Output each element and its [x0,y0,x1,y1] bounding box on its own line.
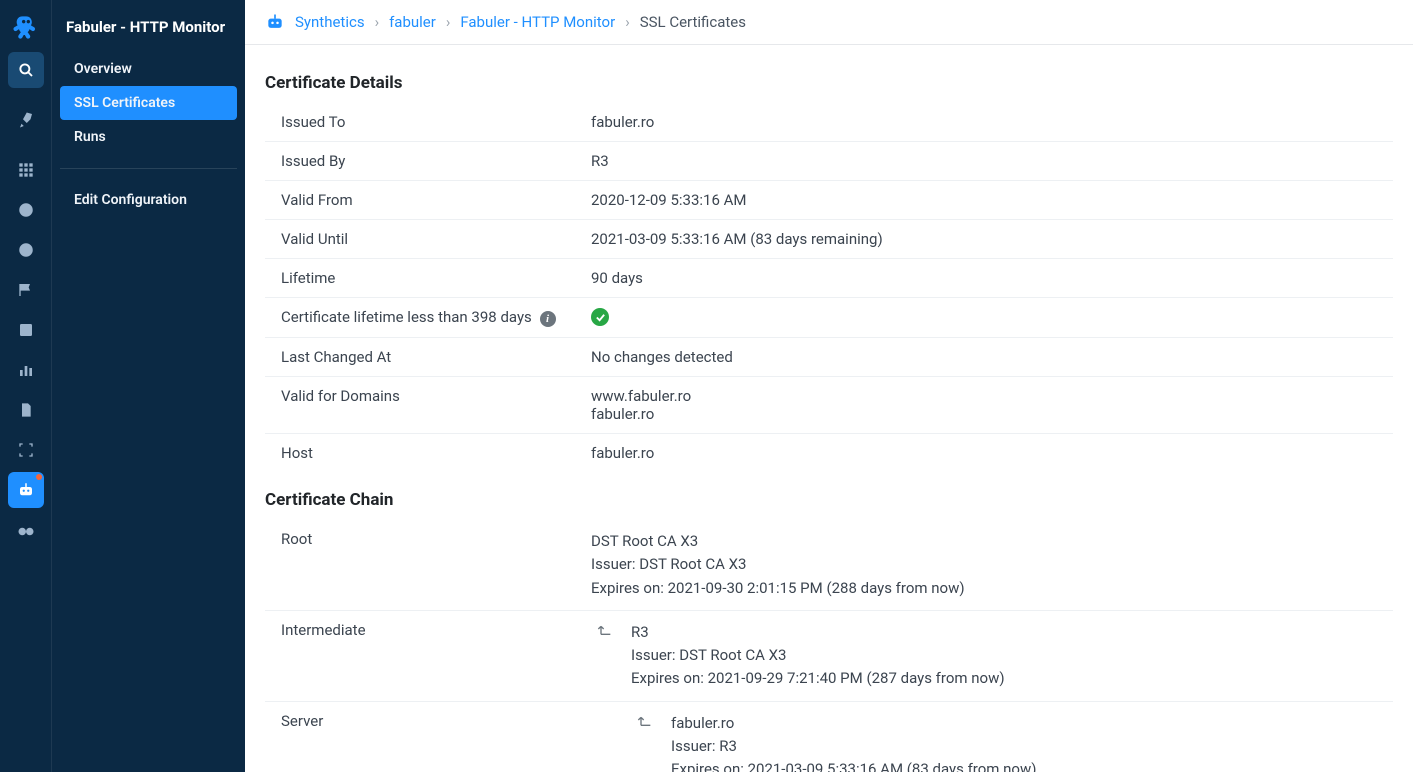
label: Root [265,520,575,610]
scan-icon[interactable] [8,432,44,468]
label: Valid From [265,181,575,220]
breadcrumb-icon [265,12,285,32]
label-text: Certificate lifetime less than 398 days [281,308,532,326]
value [575,298,1393,338]
chain-name: DST Root CA X3 [591,530,1377,553]
table-row: Server fabuler.ro Issuer: R3 Expires on:… [265,701,1393,772]
binoculars-icon[interactable] [8,512,44,548]
chevron-right-icon: › [446,13,451,31]
sidebar-item-overview[interactable]: Overview [60,52,237,86]
chain-name: fabuler.ro [671,712,1036,735]
label: Host [265,434,575,473]
sidebar-title: Fabuler - HTTP Monitor [52,12,245,52]
breadcrumb-link[interactable]: Synthetics [295,13,365,31]
table-row: Issued To fabuler.ro [265,103,1393,142]
value: 2021-03-09 5:33:16 AM (83 days remaining… [575,220,1393,259]
value: fabuler.ro [575,103,1393,142]
breadcrumb-current: SSL Certificates [640,13,746,31]
table-row: Certificate lifetime less than 398 days … [265,298,1393,338]
label: Lifetime [265,259,575,298]
chain-expires: Expires on: 2021-09-30 2:01:15 PM (288 d… [591,577,1377,600]
sidebar-divider [60,168,237,169]
rocket-icon[interactable] [8,102,44,138]
certificate-details-title: Certificate Details [265,73,1393,93]
value: www.fabuler.ro fabuler.ro [575,377,1393,434]
sidebar: Fabuler - HTTP Monitor Overview SSL Cert… [52,0,245,772]
table-row: Valid From 2020-12-09 5:33:16 AM [265,181,1393,220]
table-row: Intermediate R3 Issuer: DST Root CA X3 E… [265,610,1393,701]
table-row: Valid for Domains www.fabuler.ro fabuler… [265,377,1393,434]
certificate-chain-title: Certificate Chain [265,490,1393,510]
icon-rail [0,0,52,772]
table-row: Last Changed At No changes detected [265,338,1393,377]
breadcrumb-link[interactable]: fabuler [389,13,436,31]
main-content: Synthetics › fabuler › Fabuler - HTTP Mo… [245,0,1413,772]
alert-icon[interactable] [8,232,44,268]
chain-issuer: Issuer: DST Root CA X3 [591,553,1377,576]
flag-icon[interactable] [8,272,44,308]
value: 90 days [575,259,1393,298]
synthetics-icon[interactable] [8,472,44,508]
sidebar-item-edit-config[interactable]: Edit Configuration [60,183,237,217]
chevron-right-icon: › [375,13,380,31]
value: DST Root CA X3 Issuer: DST Root CA X3 Ex… [575,520,1393,610]
table-row: Root DST Root CA X3 Issuer: DST Root CA … [265,520,1393,610]
certificate-chain-table: Root DST Root CA X3 Issuer: DST Root CA … [265,520,1393,772]
certificate-details-table: Issued To fabuler.ro Issued By R3 Valid … [265,103,1393,472]
breadcrumb-link[interactable]: Fabuler - HTTP Monitor [460,13,615,31]
page-icon[interactable] [8,392,44,428]
label: Valid for Domains [265,377,575,434]
sidebar-item-ssl[interactable]: SSL Certificates [60,86,237,120]
value: R3 [575,142,1393,181]
chevron-right-icon: › [625,13,630,31]
table-row: Issued By R3 [265,142,1393,181]
label: Issued To [265,103,575,142]
grid-icon[interactable] [8,152,44,188]
sidebar-item-runs[interactable]: Runs [60,120,237,154]
check-icon [591,308,609,326]
label: Certificate lifetime less than 398 days … [265,298,575,338]
info-icon[interactable]: i [540,311,556,327]
chain-arrow-icon [597,621,613,637]
chain-issuer: Issuer: R3 [671,735,1036,758]
value: 2020-12-09 5:33:16 AM [575,181,1393,220]
logo-icon[interactable] [8,10,44,46]
dashboard-icon[interactable] [8,312,44,348]
table-row: Valid Until 2021-03-09 5:33:16 AM (83 da… [265,220,1393,259]
barchart-icon[interactable] [8,352,44,388]
chain-expires: Expires on: 2021-09-29 7:21:40 PM (287 d… [631,667,1005,690]
value: fabuler.ro [575,434,1393,473]
label: Server [265,701,575,772]
value: R3 Issuer: DST Root CA X3 Expires on: 20… [575,610,1393,701]
chain-name: R3 [631,621,1005,644]
label: Valid Until [265,220,575,259]
label: Intermediate [265,610,575,701]
table-row: Host fabuler.ro [265,434,1393,473]
globe-icon[interactable] [8,192,44,228]
label: Last Changed At [265,338,575,377]
domain-value: fabuler.ro [591,405,1377,423]
label: Issued By [265,142,575,181]
table-row: Lifetime 90 days [265,259,1393,298]
chain-arrow-icon [637,712,653,728]
chain-issuer: Issuer: DST Root CA X3 [631,644,1005,667]
value: No changes detected [575,338,1393,377]
value: fabuler.ro Issuer: R3 Expires on: 2021-0… [575,701,1393,772]
search-icon[interactable] [8,52,44,88]
domain-value: www.fabuler.ro [591,387,1377,405]
chain-expires: Expires on: 2021-03-09 5:33:16 AM (83 da… [671,758,1036,772]
breadcrumb: Synthetics › fabuler › Fabuler - HTTP Mo… [245,0,1413,45]
